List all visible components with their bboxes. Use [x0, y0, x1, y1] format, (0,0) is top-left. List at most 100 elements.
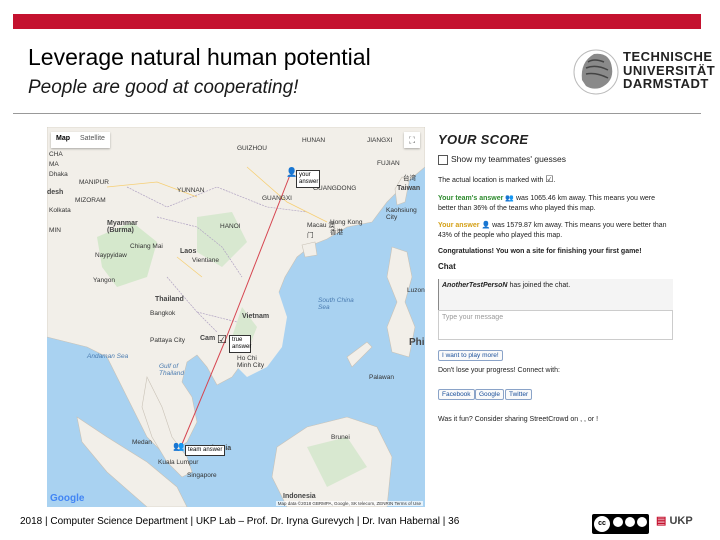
- slide-title: Leverage natural human potential: [28, 44, 371, 70]
- map-label-yunnan: YUNNAN: [177, 187, 205, 194]
- map-label-dhaka: Dhaka: [49, 171, 68, 178]
- map-view[interactable]: Map Satellite ⛶ GUIZHOU HUNAN JIANGXI FU…: [47, 127, 425, 507]
- tu-logo-wordmark: TECHNISCHE UNIVERSITÄT DARMSTADT: [623, 50, 715, 91]
- nc-icon: [625, 517, 635, 527]
- cc-license-icons: [613, 517, 647, 527]
- mainland-asia: [47, 127, 425, 458]
- map-label-kaohsiung: Kaohsiung City: [386, 207, 417, 221]
- map-label-brunei: Brunei: [331, 434, 350, 441]
- map-label-gulf-thailand: Gulf of Thailand: [159, 363, 184, 377]
- map-label-thailand: Thailand: [155, 296, 184, 303]
- map-label-ma: MA: [49, 161, 59, 168]
- fullscreen-icon[interactable]: ⛶: [404, 132, 420, 148]
- map-label-vietnam: Vietnam: [242, 313, 270, 320]
- map-label-singapore: Singapore: [187, 472, 217, 479]
- map-label-bangkok: Bangkok: [150, 310, 176, 317]
- slide-subtitle: People are good at cooperating!: [28, 77, 299, 98]
- chat-username: AnotherTestPersoN: [442, 282, 508, 289]
- ukp-text: UKP: [669, 515, 693, 527]
- google-logo: Google: [50, 493, 85, 504]
- hainan-island: [301, 241, 318, 258]
- chat-event: has joined the chat.: [509, 282, 571, 289]
- message-input[interactable]: Type your message: [438, 310, 673, 340]
- map-label-chiang-mai: Chiang Mai: [130, 243, 163, 250]
- map-label-laos: Laos: [180, 248, 197, 255]
- score-panel: YOUR SCORE Show my teammates' guesses Th…: [433, 127, 673, 507]
- team-answer-pin[interactable]: team answer: [185, 445, 226, 456]
- google-button[interactable]: Google: [475, 389, 504, 400]
- actual-location-period: .: [553, 177, 556, 184]
- map-label-andaman: Andaman Sea: [87, 353, 129, 360]
- map-label-fujian: FUJIAN: [377, 160, 400, 167]
- map-label-indonesia: Indonesia: [283, 493, 316, 500]
- map-label-kuala-lumpur: Kuala Lumpur: [158, 459, 199, 466]
- map-type-toggle[interactable]: Map Satellite: [51, 132, 110, 148]
- map-label-desh: desh: [47, 189, 64, 196]
- person-icon: 👤: [481, 222, 491, 229]
- progress-text: Don't lose your progress! Connect with:: [438, 367, 560, 374]
- by-icon: [613, 517, 623, 527]
- map-label-hanoi: HANOI: [220, 223, 241, 230]
- your-answer-row: Your answer 👤 was 1579.87 km away. This …: [438, 221, 668, 241]
- score-title: YOUR SCORE: [438, 132, 529, 147]
- twitter-button[interactable]: Twitter: [505, 389, 533, 400]
- show-teammates-row[interactable]: Show my teammates' guesses: [438, 154, 668, 165]
- map-label-naypyidaw: Naypyidaw: [95, 252, 127, 259]
- map-label-manipur: MANIPUR: [79, 179, 109, 186]
- ukp-mark-icon: ▤: [656, 515, 667, 527]
- map-label-luzon: Luzon: [407, 287, 425, 294]
- team-answer-row: Your team's answer 👥 was 1065.46 km away…: [438, 194, 668, 214]
- ukp-logo: ▤ UKP: [656, 514, 693, 527]
- map-label-kolkata: Kolkata: [49, 207, 71, 214]
- show-teammates-checkbox[interactable]: [438, 154, 448, 165]
- cc-license-badge: cc: [592, 514, 649, 534]
- map-label-hongkong: Hong Kong 香港: [330, 219, 363, 236]
- palawan-island: [346, 341, 373, 368]
- logo-line-1: TECHNISCHE: [623, 49, 713, 64]
- checkmark-icon: ☑: [217, 334, 227, 346]
- map-label-taiwan: Taiwan: [397, 185, 421, 192]
- map-type-satellite[interactable]: Satellite: [75, 132, 110, 148]
- map-attribution[interactable]: Map data ©2018 GBRMPA, Google, SK teleco…: [275, 501, 423, 506]
- your-answer-pin[interactable]: your answer: [296, 170, 320, 188]
- team-answer-label: Your team's answer: [438, 195, 504, 202]
- cc-icon: cc: [594, 516, 610, 532]
- map-label-guangxi: GUANGXI: [262, 195, 292, 202]
- facebook-button[interactable]: Facebook: [438, 389, 475, 400]
- true-answer-pin[interactable]: true answer: [229, 335, 251, 353]
- map-label-phil: Phil: [409, 337, 425, 348]
- sa-icon: [637, 517, 647, 527]
- congrats-text: Congratulations! You won a site for fini…: [438, 248, 642, 255]
- logo-line-2: UNIVERSITÄT: [623, 62, 716, 78]
- map-label-hunan: HUNAN: [302, 137, 326, 144]
- map-label-cha: CHA: [49, 151, 63, 158]
- play-more-button[interactable]: I want to play more!: [438, 350, 503, 361]
- map-label-south-china-sea: South China Sea: [318, 297, 354, 311]
- fun-text: Was it fun? Consider sharing StreetCrowd…: [438, 416, 599, 423]
- header-divider: [13, 113, 701, 114]
- team-icon: 👥: [505, 195, 515, 202]
- your-answer-label: Your answer: [438, 222, 480, 229]
- map-label-medan: Medan: [132, 439, 152, 446]
- athena-head-icon: [573, 49, 619, 95]
- map-label-min: MIN: [49, 227, 61, 234]
- logo-line-3: DARMSTADT: [623, 76, 709, 91]
- map-label-mizoram: MIZORAM: [75, 197, 106, 204]
- map-label-myanmar: Myanmar (Burma): [107, 220, 138, 234]
- map-label-yangon: Yangon: [93, 277, 115, 284]
- map-label-guizhou: GUIZHOU: [237, 145, 267, 152]
- chat-log: AnotherTestPersoN has joined the chat.: [438, 279, 673, 311]
- map-label-pattaya: Pattaya City: [150, 337, 186, 344]
- show-teammates-label: Show my teammates' guesses: [451, 154, 567, 164]
- map-label-palawan: Palawan: [369, 374, 394, 381]
- chat-heading: Chat: [438, 262, 456, 271]
- map-label-taiwan-cn: 台湾: [403, 175, 416, 182]
- map-label-vientiane: Vientiane: [192, 257, 219, 264]
- map-label-hcmc: Ho Chi Minh City: [237, 355, 265, 369]
- map-label-cambodia: Cam: [200, 335, 216, 342]
- top-accent-bar: [13, 14, 701, 29]
- map-label-jiangxi: JIANGXI: [367, 137, 393, 144]
- actual-location-text: The actual location is marked with: [438, 177, 544, 184]
- map-type-map[interactable]: Map: [51, 132, 75, 148]
- actual-location-row: The actual location is marked with ☑.: [438, 174, 668, 186]
